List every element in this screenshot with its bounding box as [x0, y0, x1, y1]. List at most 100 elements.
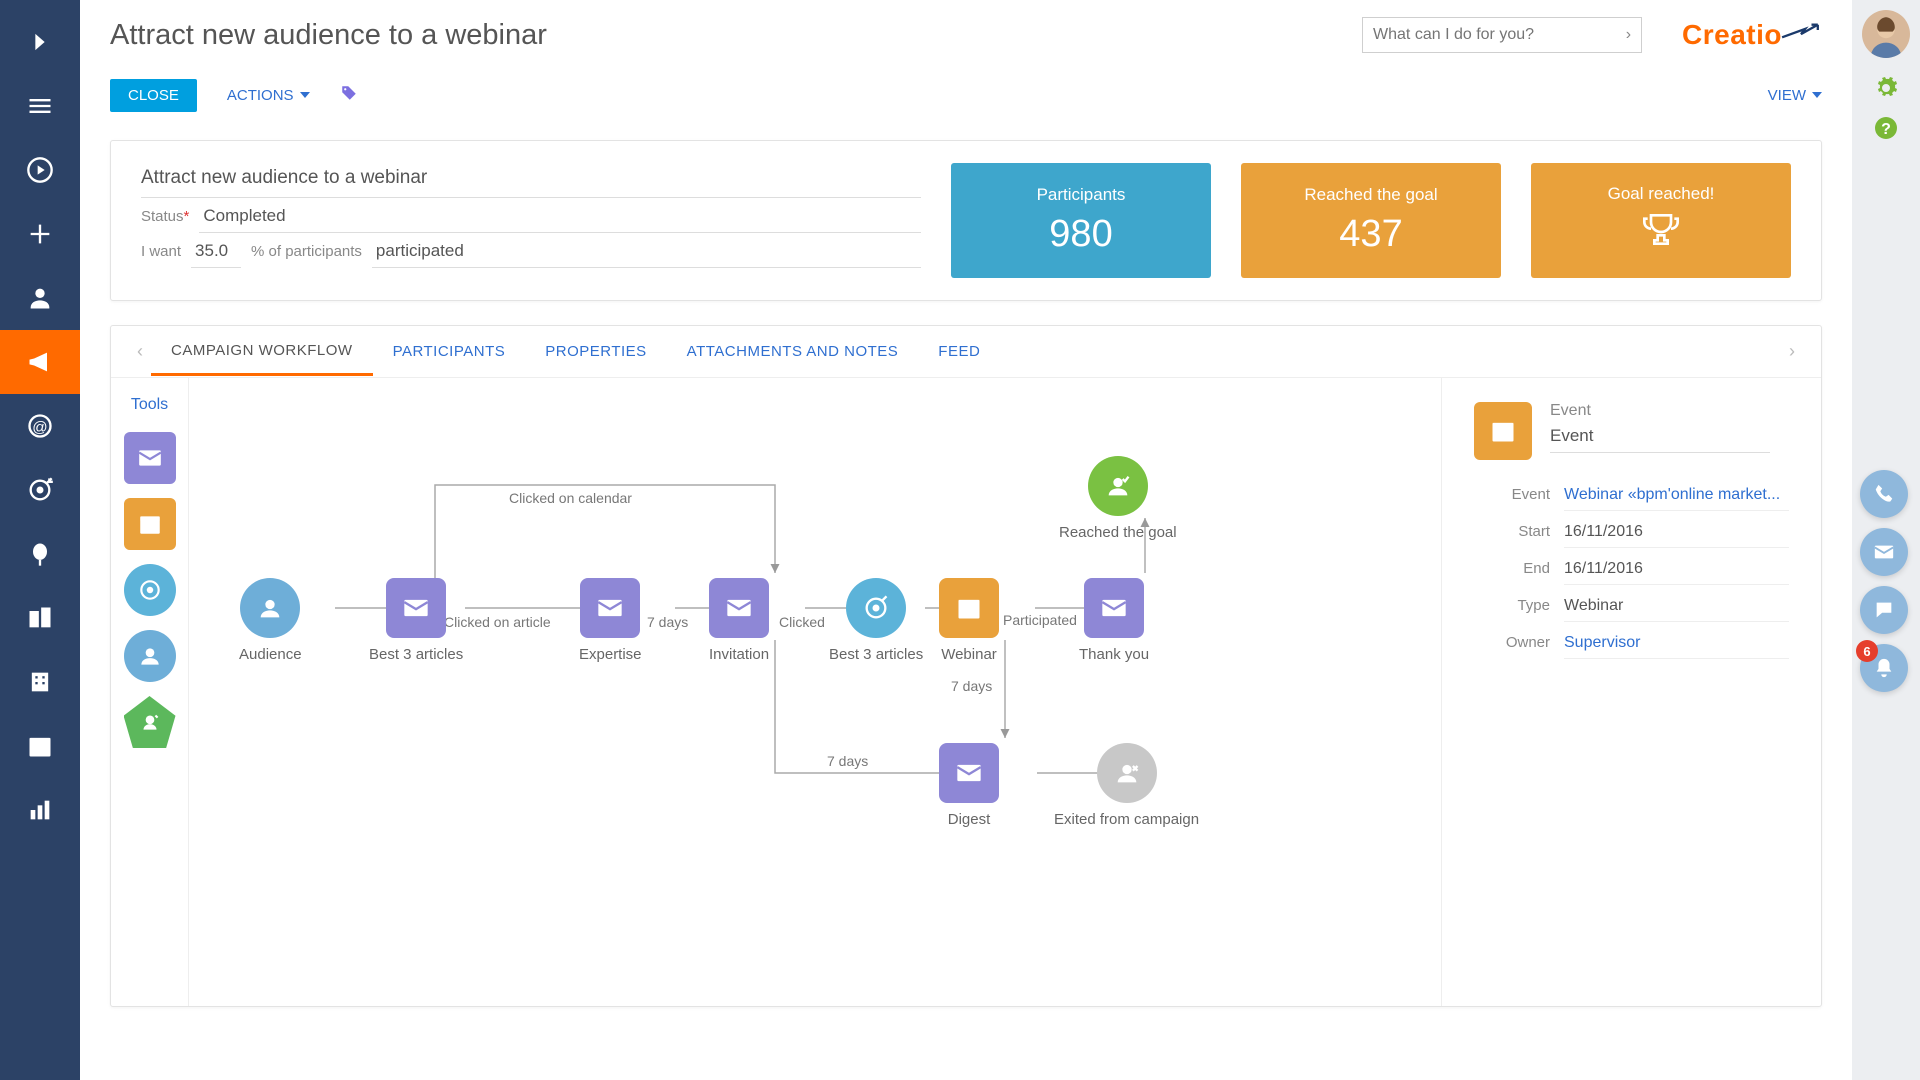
view-label: VIEW [1768, 87, 1806, 104]
svg-text:@: @ [32, 419, 47, 436]
info-section: Attract new audience to a webinar Status… [110, 140, 1822, 301]
campaign-name[interactable]: Attract new audience to a webinar [141, 163, 921, 198]
settings-icon[interactable] [1870, 72, 1902, 104]
det-event-value[interactable]: Webinar «bpm'online market... [1564, 484, 1789, 511]
det-end-value[interactable]: 16/11/2016 [1564, 558, 1789, 585]
node-expertise[interactable]: Expertise [579, 578, 642, 663]
edge-7days-2: 7 days [951, 678, 992, 694]
tools-panel: Tools [111, 378, 189, 1006]
tool-target[interactable] [124, 564, 176, 616]
tab-participants[interactable]: PARTICIPANTS [373, 329, 526, 374]
user-avatar[interactable] [1862, 10, 1910, 58]
node-webinar[interactable]: Webinar [939, 578, 999, 663]
det-start-value[interactable]: 16/11/2016 [1564, 521, 1789, 548]
nav-email[interactable]: @ [0, 394, 80, 458]
status-value[interactable]: Completed [199, 204, 921, 233]
global-search[interactable]: › [1362, 17, 1642, 53]
det-start-label: Start [1474, 523, 1564, 540]
edge-clicked-calendar: Clicked on calendar [509, 490, 632, 506]
close-button[interactable]: CLOSE [110, 79, 197, 112]
card-participants-label: Participants [1037, 185, 1126, 205]
tool-audience[interactable] [124, 630, 176, 682]
card-goal-label: Goal reached! [1608, 184, 1715, 204]
workflow-body: Tools [111, 378, 1821, 1006]
workflow-canvas[interactable]: Clicked on article Clicked on calendar 7… [189, 378, 1441, 1006]
det-owner-value[interactable]: Supervisor [1564, 632, 1789, 659]
details-title-value[interactable]: Event [1550, 426, 1770, 453]
pct-value[interactable]: participated [372, 239, 921, 268]
logo: Creatio [1682, 19, 1822, 51]
det-owner-label: Owner [1474, 634, 1564, 651]
edge-participated: Participated [1003, 612, 1077, 628]
node-best3-a[interactable]: Best 3 articles [369, 578, 463, 663]
main-area: Attract new audience to a webinar › Crea… [80, 0, 1852, 1080]
tabs-prev[interactable]: ‹ [129, 341, 151, 362]
pct-label: % of participants [251, 243, 362, 260]
nav-analytics[interactable] [0, 778, 80, 842]
actions-label: ACTIONS [227, 87, 294, 104]
node-digest[interactable]: Digest [939, 743, 999, 828]
node-audience[interactable]: Audience [239, 578, 302, 663]
edges-svg [189, 378, 1441, 1006]
tab-workflow[interactable]: CAMPAIGN WORKFLOW [151, 328, 373, 376]
card-participants-value: 980 [1049, 213, 1112, 256]
float-buttons: 6 [1860, 470, 1908, 692]
search-go-icon[interactable]: › [1626, 26, 1631, 44]
details-icon [1474, 402, 1532, 460]
tab-section: ‹ CAMPAIGN WORKFLOW PARTICIPANTS PROPERT… [110, 325, 1822, 1007]
iwant-value[interactable]: 35.0 [191, 239, 241, 268]
node-exited[interactable]: Exited from campaign [1054, 743, 1199, 828]
nav-add[interactable] [0, 202, 80, 266]
node-reached[interactable]: Reached the goal [1059, 456, 1177, 541]
nav-target[interactable] [0, 458, 80, 522]
toolbar: CLOSE ACTIONS VIEW [80, 70, 1852, 120]
notifications-button[interactable]: 6 [1860, 644, 1908, 692]
det-event-label: Event [1474, 486, 1564, 503]
details-panel: Event Event EventWebinar «bpm'online mar… [1441, 378, 1821, 1006]
phone-button[interactable] [1860, 470, 1908, 518]
page-title: Attract new audience to a webinar [110, 19, 1362, 52]
nav-accounts[interactable] [0, 586, 80, 650]
tab-properties[interactable]: PROPERTIES [525, 329, 666, 374]
nav-expand[interactable] [0, 10, 80, 74]
trophy-icon [1641, 212, 1681, 257]
nav-events[interactable] [0, 522, 80, 586]
tab-attachments[interactable]: ATTACHMENTS AND NOTES [667, 329, 919, 374]
det-type-value[interactable]: Webinar [1564, 595, 1789, 622]
tab-feed[interactable]: FEED [918, 329, 1000, 374]
nav-campaigns[interactable] [0, 330, 80, 394]
details-title-label: Event [1550, 402, 1770, 420]
iwant-label: I want [141, 243, 181, 260]
nav-calendar[interactable] [0, 714, 80, 778]
view-dropdown[interactable]: VIEW [1768, 87, 1822, 104]
node-invitation[interactable]: Invitation [709, 578, 769, 663]
chat-button[interactable] [1860, 586, 1908, 634]
mail-button[interactable] [1860, 528, 1908, 576]
tool-goal[interactable] [124, 696, 176, 748]
node-thankyou[interactable]: Thank you [1079, 578, 1149, 663]
left-nav: @ [0, 0, 80, 1080]
nav-contacts[interactable] [0, 266, 80, 330]
nav-menu[interactable] [0, 74, 80, 138]
edge-clicked: Clicked [779, 614, 825, 630]
tabs-next[interactable]: › [1781, 341, 1803, 362]
card-reached-value: 437 [1339, 213, 1402, 256]
nav-play[interactable] [0, 138, 80, 202]
tool-event[interactable] [124, 498, 176, 550]
node-best3-b[interactable]: Best 3 articles [829, 578, 923, 663]
card-reached-label: Reached the goal [1304, 185, 1437, 205]
svg-text:?: ? [1881, 121, 1891, 138]
status-label: Status* [141, 208, 189, 225]
actions-dropdown[interactable]: ACTIONS [227, 87, 310, 104]
help-icon[interactable]: ? [1870, 112, 1902, 144]
edge-7days-1: 7 days [647, 614, 688, 630]
right-rail: ? 6 [1852, 0, 1920, 1080]
edge-7days-3: 7 days [827, 753, 868, 769]
tag-icon[interactable] [340, 84, 358, 107]
tool-email[interactable] [124, 432, 176, 484]
card-reached: Reached the goal 437 [1241, 163, 1501, 278]
search-input[interactable] [1373, 26, 1626, 44]
notifications-badge: 6 [1856, 640, 1878, 662]
nav-building[interactable] [0, 650, 80, 714]
det-end-label: End [1474, 560, 1564, 577]
